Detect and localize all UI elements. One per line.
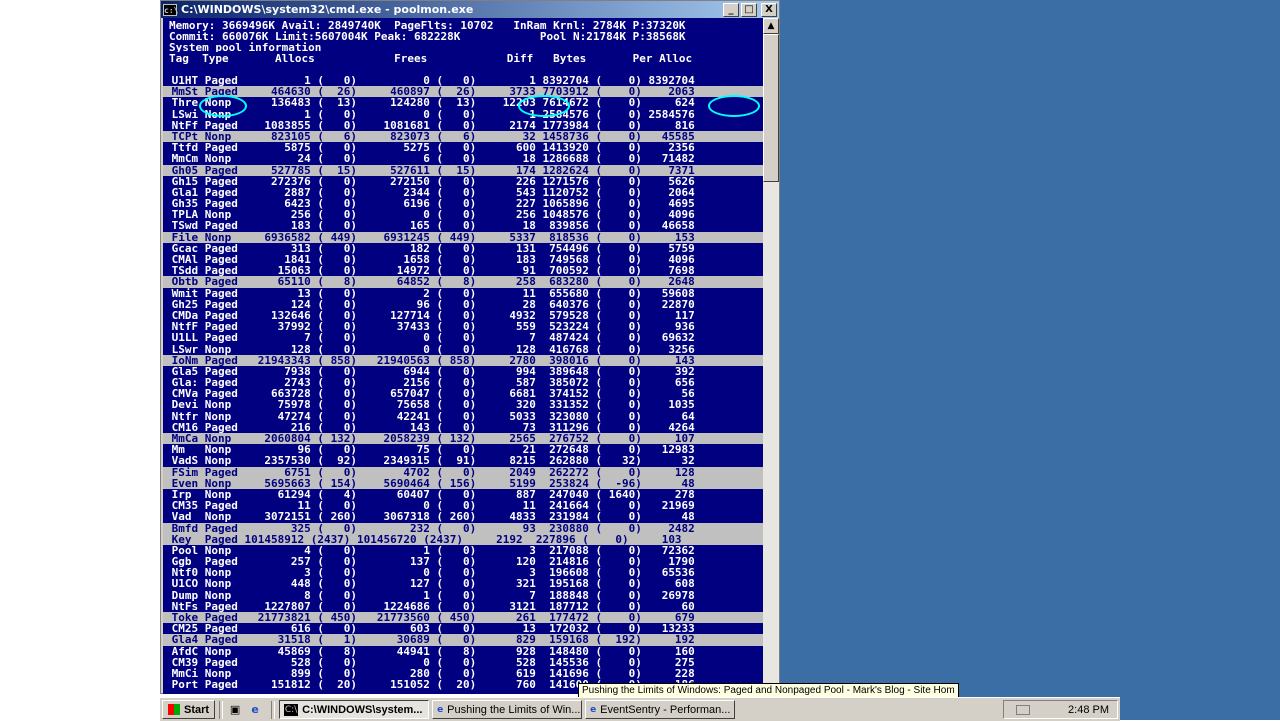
cmd-window-icon[interactable]: c:\ [163,3,178,16]
memory-summary: Memory: 3669496K Avail: 2849740K PageFlt… [169,20,686,54]
row-text: VadS Nonp 2357530 ( 92) 2349315 ( 91) 82… [165,454,695,468]
start-label: Start [184,703,210,716]
close-button[interactable]: X [761,2,777,17]
table-row: U1LL Paged 7 ( 0) 0 ( 0) 7 487424 ( 0) 6… [163,332,763,343]
row-text: TSwd Paged 183 ( 0) 165 ( 0) 18 839856 (… [165,219,695,233]
table-row: Devi Nonp 75978 ( 0) 75658 ( 0) 320 3313… [163,399,763,410]
row-text: Gla4 Paged 31518 ( 1) 30689 ( 0) 829 159… [165,633,695,647]
row-text: Devi Nonp 75978 ( 0) 75658 ( 0) 320 3313… [165,398,695,412]
vertical-scrollbar[interactable]: ▲ [763,18,779,694]
pool-tag-table: U1HT Paged 1 ( 0) 0 ( 0) 1 8392704 ( 0) … [163,75,763,690]
table-row: MmCm Nonp 24 ( 0) 6 ( 0) 18 1286688 ( 0)… [163,153,763,164]
table-row: Thre Nonp 136483 ( 13) 124280 ( 13) 1220… [163,97,763,108]
network-icon[interactable] [1016,704,1031,715]
ie-quicklaunch-icon[interactable]: e [247,702,263,718]
row-text: Vad Nonp 3072151 ( 260) 3067318 ( 260) 4… [165,510,695,524]
task-label: Pushing the Limits of Win... [447,703,581,716]
row-text: Obtb Paged 65110 ( 8) 64852 ( 8) 258 683… [165,275,695,289]
task-browser-blog[interactable]: e Pushing the Limits of Win... [432,700,583,719]
minimize-button[interactable]: _ [723,2,739,17]
table-row: VadS Nonp 2357530 ( 92) 2349315 ( 91) 82… [163,455,763,466]
table-row: Obtb Paged 65110 ( 8) 64852 ( 8) 258 683… [163,275,763,289]
table-row: Bmfd Paged 325 ( 0) 232 ( 0) 93 230880 (… [163,522,763,534]
task-label: C:\WINDOWS\system... [302,703,423,716]
row-text: U1CO Nonp 448 ( 0) 127 ( 0) 321 195168 (… [165,577,695,591]
table-row: Vad Nonp 3072151 ( 260) 3067318 ( 260) 4… [163,511,763,522]
maximize-button[interactable]: □ [741,2,757,17]
system-tray: 2:48 PM [1003,700,1118,719]
taskbar-separator [271,700,276,719]
table-row: Gla4 Paged 31518 ( 1) 30689 ( 0) 829 159… [163,633,763,647]
column-header: Tag Type Allocs Frees Diff Bytes Per All… [163,52,763,66]
taskbar: Start ▣ e C:\ C:\WINDOWS\system... e Pus… [160,697,1120,721]
ie-icon: e [437,704,444,715]
desktop-background [780,0,1280,720]
windows-logo-icon [168,704,180,715]
window-title: C:\WINDOWS\system32\cmd.exe - poolmon.ex… [181,3,474,16]
table-row: U1CO Nonp 448 ( 0) 127 ( 0) 321 195168 (… [163,578,763,589]
ie-icon: e [590,704,597,715]
clock[interactable]: 2:48 PM [1068,704,1109,716]
column-header-text: Tag Type Allocs Frees Diff Bytes Per All… [169,52,693,65]
scroll-thumb[interactable] [763,34,779,182]
title-bar[interactable]: c:\ C:\WINDOWS\system32\cmd.exe - poolmo… [161,1,779,18]
annotation-circle-diff [518,95,570,117]
scroll-up-icon[interactable]: ▲ [763,18,779,34]
annotation-circle-type [199,95,247,117]
task-cmd[interactable]: C:\ C:\WINDOWS\system... [279,700,430,719]
table-row: TSwd Paged 183 ( 0) 165 ( 0) 18 839856 (… [163,220,763,231]
taskbar-separator [219,700,224,719]
row-text: MmCm Nonp 24 ( 0) 6 ( 0) 18 1286688 ( 0)… [165,152,695,166]
console-output[interactable]: Memory: 3669496K Avail: 2849740K PageFlt… [163,18,763,694]
cmd-icon: C:\ [284,703,299,716]
table-row: Gh05 Paged 527785 ( 15) 527611 ( 15) 174… [163,164,763,176]
show-desktop-icon[interactable]: ▣ [227,702,243,718]
start-button[interactable]: Start [162,700,216,719]
annotation-circle-per-alloc [708,95,760,117]
cmd-window[interactable]: c:\ C:\WINDOWS\system32\cmd.exe - poolmo… [160,0,780,694]
table-row: LSwr Nonp 128 ( 0) 0 ( 0) 128 416768 ( 0… [163,343,763,354]
task-label: EventSentry - Performan... [600,703,731,716]
row-text: U1LL Paged 7 ( 0) 0 ( 0) 7 487424 ( 0) 6… [165,331,695,345]
task-browser-eventsentry[interactable]: e EventSentry - Performan... [585,700,736,719]
row-text: Thre Nonp 136483 ( 13) 124280 ( 13) 1220… [165,96,695,110]
